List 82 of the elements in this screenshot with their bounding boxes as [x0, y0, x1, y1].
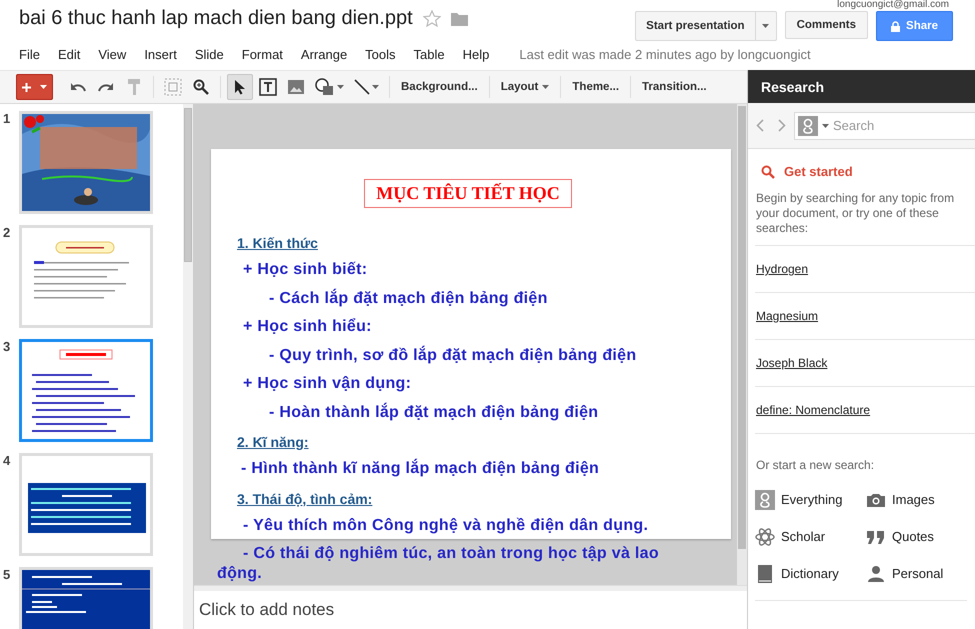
slide-heading: 1. Kiến thức: [237, 234, 318, 253]
slide-text: + Học sinh vận dụng:: [242, 374, 412, 394]
lock-icon: [891, 20, 900, 32]
search-type-button[interactable]: Images: [866, 489, 966, 510]
menu-item[interactable]: Table: [414, 47, 445, 62]
select-tool-button[interactable]: [227, 74, 253, 100]
start-presentation-button[interactable]: Start presentation: [635, 11, 777, 41]
undo-icon: [70, 82, 86, 92]
menu-item[interactable]: Help: [462, 47, 490, 62]
slide-text: - Cách lắp đặt mạch điện bảng điện: [268, 288, 549, 308]
atom-icon: [755, 526, 775, 546]
caret-icon: [40, 85, 48, 89]
document-title[interactable]: bai 6 thuc hanh lap mach dien bang dien.ppt: [19, 7, 413, 30]
slide-heading: 3. Thái độ, tình cảm:: [237, 490, 372, 508]
scrollbar-thumb[interactable]: [738, 106, 746, 549]
menu-item[interactable]: Edit: [58, 47, 80, 62]
search-field[interactable]: Search: [794, 112, 975, 140]
search-type-button[interactable]: Scholar: [755, 526, 866, 547]
slide-number: 5: [3, 567, 11, 582]
image-icon: [288, 80, 304, 94]
suggestion-link[interactable]: define: Nomenclature: [756, 403, 870, 417]
caret-icon: [822, 124, 829, 128]
text-box-icon: [259, 78, 277, 96]
search-type-button[interactable]: Quotes: [866, 526, 966, 547]
slide-number: 1: [3, 111, 11, 126]
redo-icon: [98, 82, 114, 92]
slide-text: - Quy trình, sơ đồ lắp đặt mạch điện bảng điện: [268, 344, 638, 366]
shapes-icon: [315, 78, 335, 96]
slide-heading: 2. Kĩ năng:: [237, 433, 309, 452]
menu-item[interactable]: Tools: [365, 47, 396, 62]
toolbar-menu-button[interactable]: Theme...: [567, 74, 624, 100]
person-icon: [866, 564, 886, 584]
menu-item[interactable]: Insert: [144, 47, 177, 62]
intro-text: Begin by searching for any topic from your document, or try one of these searches:: [756, 191, 956, 236]
new-slide-button[interactable]: [16, 74, 53, 100]
comments-button[interactable]: Comments: [784, 11, 868, 39]
section-heading: Get started: [784, 164, 853, 179]
slide-text: + Học sinh biết:: [242, 260, 368, 280]
start-presentation-label[interactable]: Start presentation: [636, 12, 756, 40]
new-search-label: Or start a new search:: [756, 458, 874, 472]
suggestion-link[interactable]: Hydrogen: [756, 262, 808, 276]
search-type-button[interactable]: Everything: [755, 489, 866, 510]
menu-item[interactable]: File: [19, 47, 40, 62]
toolbar-menu-button[interactable]: Layout: [496, 74, 554, 100]
menu-item[interactable]: Slide: [194, 47, 224, 62]
menu-item[interactable]: Arrange: [300, 47, 348, 62]
slide-number: 4: [3, 453, 11, 468]
paint-roller-icon: [128, 79, 140, 95]
toolbar-menu-button[interactable]: Background...: [396, 74, 483, 100]
suggestion-link[interactable]: Joseph Black: [756, 356, 828, 370]
google-icon: [755, 490, 775, 510]
slide-text: - Yêu thích môn Công nghệ và nghề điện dân dụng.: [242, 516, 650, 536]
search-type-button[interactable]: Dictionary: [755, 563, 866, 584]
search-icon: [761, 164, 775, 178]
plus-icon: [22, 82, 31, 92]
menu-item[interactable]: Format: [242, 47, 283, 62]
slide-number: 3: [3, 339, 11, 354]
slide-text: + Học sinh hiểu:: [242, 317, 373, 337]
last-edit-status[interactable]: Last edit was made 2 minutes ago by longcuongict: [519, 47, 811, 62]
slide-text: - Hoàn thành lắp đặt mạch điện bảng điện: [268, 402, 600, 422]
suggestion-link[interactable]: Magnesium: [756, 309, 818, 323]
caret-icon: [337, 85, 344, 89]
notes-field[interactable]: Click to add notes: [194, 591, 747, 629]
slide-text: - Có thái độ nghiêm túc, an toàn trong học tập và lao động.: [217, 544, 660, 584]
slide-title: MỤC TIÊU TIẾT HỌC: [364, 179, 572, 208]
account-email[interactable]: longcuongict@gmail.com: [837, 0, 949, 10]
panel-title: Research: [761, 78, 824, 94]
google-icon: [798, 116, 818, 136]
star-icon[interactable]: [422, 10, 441, 27]
slide-number: 2: [3, 225, 11, 240]
pointer-icon: [234, 79, 246, 95]
caret-icon: [762, 24, 770, 28]
fit-frame-icon: [164, 78, 182, 96]
slide-text: - Hình thành kĩ năng lắp mạch điện bảng điện: [240, 458, 600, 479]
menu-item[interactable]: View: [98, 47, 126, 62]
line-icon: [354, 79, 370, 95]
search-type-button[interactable]: Personal: [866, 563, 966, 584]
scrollbar-thumb[interactable]: [184, 108, 192, 262]
toolbar-menu-button[interactable]: Transition...: [637, 74, 712, 100]
book-icon: [755, 564, 775, 584]
zoom-icon: [193, 79, 209, 95]
caret-icon: [372, 85, 379, 89]
